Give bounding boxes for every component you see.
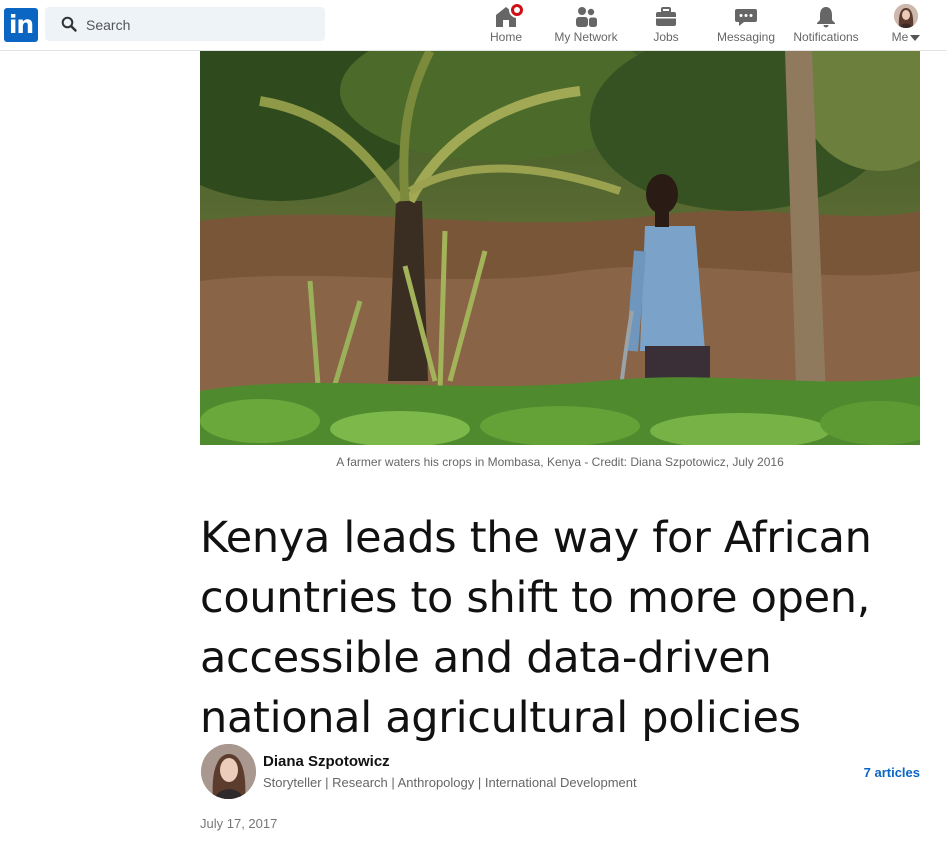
notification-badge [509,2,525,18]
article-title: Kenya leads the way for African countrie… [200,513,872,743]
nav-notifications[interactable]: Notifications [788,0,864,51]
nav-home-label: Home [489,30,522,44]
author-headline: Storyteller | Research | Anthropology | … [263,775,637,790]
author-avatar[interactable] [201,744,256,799]
nav-jobs[interactable]: Jobs [640,0,692,51]
nav-jobs-label: Jobs [653,30,679,44]
nav-me[interactable]: Me [880,0,932,51]
bell-icon [817,7,835,28]
author-articles-link[interactable]: 7 articles [864,765,920,780]
nav-my-network[interactable]: My Network [550,0,622,51]
nav-home[interactable]: Home [478,0,534,51]
search-box[interactable] [45,7,325,43]
nav-messaging[interactable]: Messaging [713,0,779,51]
briefcase-icon [656,7,676,26]
image-caption: A farmer waters his crops in Mombasa, Ke… [336,455,784,469]
article-hero-image [200,51,920,445]
nav-my-network-label: My Network [554,30,618,44]
people-icon [576,7,597,27]
avatar [894,4,918,28]
caret-down-icon [910,34,921,41]
author-name[interactable]: Diana Szpotowicz [263,753,390,770]
global-nav: in Home My Network Jobs [0,0,947,51]
search-icon [61,16,77,32]
nav-notifications-label: Notifications [793,30,859,44]
linkedin-logo[interactable]: in [4,8,38,42]
nav-me-label: Me [880,30,932,44]
nav-me-text: Me [891,30,909,44]
chat-icon [735,9,757,26]
nav-messaging-label: Messaging [716,30,776,44]
publish-date: July 17, 2017 [200,816,278,831]
search-input[interactable] [84,7,318,43]
